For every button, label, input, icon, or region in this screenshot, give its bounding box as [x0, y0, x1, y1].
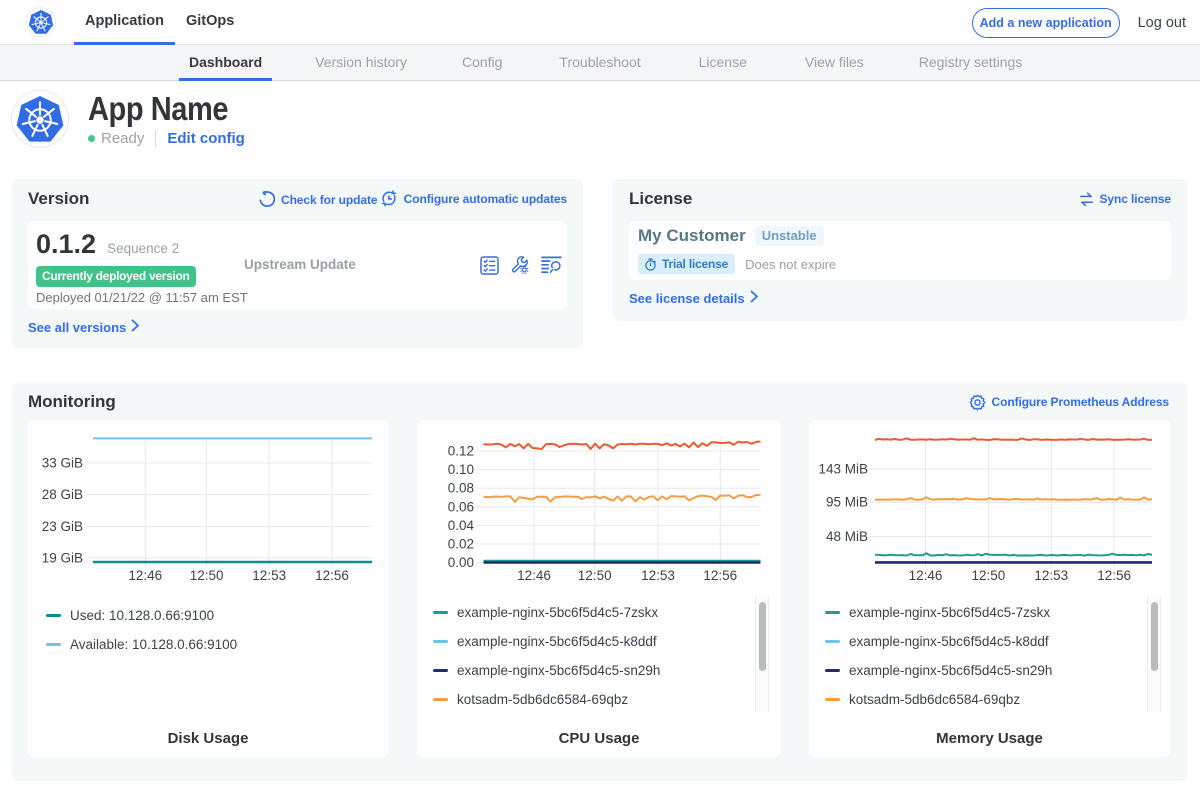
svg-text:19 GiB: 19 GiB	[42, 551, 83, 566]
svg-text:12:46: 12:46	[517, 568, 551, 583]
svg-text:28 GiB: 28 GiB	[42, 487, 83, 502]
svg-text:0.00: 0.00	[448, 555, 474, 570]
svg-text:12:50: 12:50	[972, 568, 1006, 583]
svg-text:48 MiB: 48 MiB	[826, 529, 868, 544]
svg-text:0.02: 0.02	[448, 537, 474, 552]
svg-text:143 MiB: 143 MiB	[818, 462, 868, 477]
svg-text:0.06: 0.06	[448, 499, 474, 514]
svg-text:12:56: 12:56	[1097, 568, 1131, 583]
svg-text:12:50: 12:50	[578, 568, 612, 583]
svg-text:12:50: 12:50	[190, 568, 224, 583]
svg-text:95 MiB: 95 MiB	[826, 495, 868, 510]
svg-text:0.04: 0.04	[448, 518, 475, 533]
svg-text:12:53: 12:53	[252, 568, 286, 583]
svg-text:33 GiB: 33 GiB	[42, 456, 83, 471]
svg-text:12:53: 12:53	[641, 568, 675, 583]
svg-text:0.08: 0.08	[448, 481, 474, 496]
svg-text:0.10: 0.10	[448, 462, 474, 477]
svg-text:12:56: 12:56	[703, 568, 737, 583]
svg-text:12:56: 12:56	[315, 568, 349, 583]
svg-text:12:53: 12:53	[1034, 568, 1068, 583]
svg-text:0.12: 0.12	[448, 444, 474, 459]
svg-text:12:46: 12:46	[128, 568, 162, 583]
svg-text:23 GiB: 23 GiB	[42, 519, 83, 534]
svg-text:12:46: 12:46	[909, 568, 943, 583]
